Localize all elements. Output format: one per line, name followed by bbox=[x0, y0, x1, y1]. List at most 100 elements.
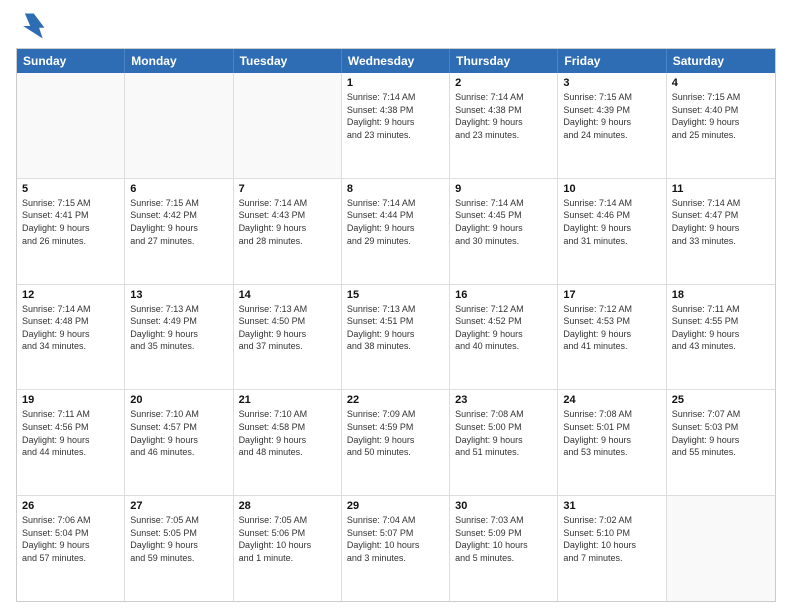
day-cell-3: 3 Sunrise: 7:15 AM Sunset: 4:39 PM Daylig… bbox=[558, 73, 666, 178]
calendar-row-1: 1 Sunrise: 7:14 AM Sunset: 4:38 PM Daylig… bbox=[17, 73, 775, 179]
day-number: 19 bbox=[22, 394, 119, 406]
day-info: Sunrise: 7:08 AM Sunset: 5:00 PM Dayligh… bbox=[455, 408, 552, 458]
day-number: 5 bbox=[22, 183, 119, 195]
day-cell-empty-r0c2 bbox=[234, 73, 342, 178]
day-cell-30: 30Sunrise: 7:03 AM Sunset: 5:09 PM Dayli… bbox=[450, 496, 558, 601]
day-cell-14: 14Sunrise: 7:13 AM Sunset: 4:50 PM Dayli… bbox=[234, 285, 342, 390]
weekday-header-wednesday: Wednesday bbox=[342, 49, 450, 73]
day-info: Sunrise: 7:08 AM Sunset: 5:01 PM Dayligh… bbox=[563, 408, 660, 458]
day-cell-29: 29 Sunrise: 7:04 AM Sunset: 5:07 PM Dayli… bbox=[342, 496, 450, 601]
day-number: 29 bbox=[347, 500, 444, 512]
logo-icon bbox=[16, 10, 48, 42]
day-info: Sunrise: 7:14 AM Sunset: 4:38 PM Dayligh… bbox=[455, 91, 552, 141]
calendar-header: SundayMondayTuesdayWednesdayThursdayFrid… bbox=[17, 49, 775, 73]
calendar-row-5: 26 Sunrise: 7:06 AM Sunset: 5:04 PM Dayli… bbox=[17, 496, 775, 601]
day-number: 16 bbox=[455, 289, 552, 301]
day-cell-8: 8 Sunrise: 7:14 AM Sunset: 4:44 PM Daylig… bbox=[342, 179, 450, 284]
day-cell-1: 1Sunrise: 7:14 AM Sunset: 4:38 PM Daylig… bbox=[342, 73, 450, 178]
day-info: Sunrise: 7:10 AM Sunset: 4:57 PM Dayligh… bbox=[130, 408, 227, 458]
day-number: 14 bbox=[239, 289, 336, 301]
day-info: Sunrise: 7:15 AM Sunset: 4:40 PM Dayligh… bbox=[672, 91, 770, 141]
day-number: 1 bbox=[347, 77, 444, 89]
day-info: Sunrise: 7:11 AM Sunset: 4:56 PM Dayligh… bbox=[22, 408, 119, 458]
day-number: 4 bbox=[672, 77, 770, 89]
day-info: Sunrise: 7:13 AM Sunset: 4:49 PM Dayligh… bbox=[130, 303, 227, 353]
weekday-header-sunday: Sunday bbox=[17, 49, 125, 73]
day-cell-2: 2 Sunrise: 7:14 AM Sunset: 4:38 PM Daylig… bbox=[450, 73, 558, 178]
day-number: 22 bbox=[347, 394, 444, 406]
day-info: Sunrise: 7:15 AM Sunset: 4:42 PM Dayligh… bbox=[130, 197, 227, 247]
day-cell-empty-r0c0 bbox=[17, 73, 125, 178]
day-cell-6: 6 Sunrise: 7:15 AM Sunset: 4:42 PM Daylig… bbox=[125, 179, 233, 284]
day-cell-5: 5 Sunrise: 7:15 AM Sunset: 4:41 PM Daylig… bbox=[17, 179, 125, 284]
day-cell-empty-r0c1 bbox=[125, 73, 233, 178]
day-number: 10 bbox=[563, 183, 660, 195]
calendar-row-4: 19 Sunrise: 7:11 AM Sunset: 4:56 PM Dayli… bbox=[17, 390, 775, 496]
calendar-row-2: 5 Sunrise: 7:15 AM Sunset: 4:41 PM Daylig… bbox=[17, 179, 775, 285]
day-number: 15 bbox=[347, 289, 444, 301]
day-number: 30 bbox=[455, 500, 552, 512]
day-number: 28 bbox=[239, 500, 336, 512]
day-cell-15: 15 Sunrise: 7:13 AM Sunset: 4:51 PM Dayli… bbox=[342, 285, 450, 390]
day-info: Sunrise: 7:09 AM Sunset: 4:59 PM Dayligh… bbox=[347, 408, 444, 458]
day-info: Sunrise: 7:12 AM Sunset: 4:52 PM Dayligh… bbox=[455, 303, 552, 353]
day-cell-28: 28Sunrise: 7:05 AM Sunset: 5:06 PM Dayli… bbox=[234, 496, 342, 601]
day-info: Sunrise: 7:10 AM Sunset: 4:58 PM Dayligh… bbox=[239, 408, 336, 458]
day-number: 23 bbox=[455, 394, 552, 406]
day-number: 21 bbox=[239, 394, 336, 406]
day-number: 27 bbox=[130, 500, 227, 512]
calendar-row-3: 12Sunrise: 7:14 AM Sunset: 4:48 PM Dayli… bbox=[17, 285, 775, 391]
day-info: Sunrise: 7:02 AM Sunset: 5:10 PM Dayligh… bbox=[563, 514, 660, 564]
day-info: Sunrise: 7:13 AM Sunset: 4:51 PM Dayligh… bbox=[347, 303, 444, 353]
day-info: Sunrise: 7:05 AM Sunset: 5:05 PM Dayligh… bbox=[130, 514, 227, 564]
day-number: 11 bbox=[672, 183, 770, 195]
day-number: 18 bbox=[672, 289, 770, 301]
day-number: 24 bbox=[563, 394, 660, 406]
day-cell-10: 10 Sunrise: 7:14 AM Sunset: 4:46 PM Dayli… bbox=[558, 179, 666, 284]
day-cell-21: 21 Sunrise: 7:10 AM Sunset: 4:58 PM Dayli… bbox=[234, 390, 342, 495]
weekday-header-tuesday: Tuesday bbox=[234, 49, 342, 73]
weekday-header-monday: Monday bbox=[125, 49, 233, 73]
day-cell-4: 4 Sunrise: 7:15 AM Sunset: 4:40 PM Daylig… bbox=[667, 73, 775, 178]
day-number: 3 bbox=[563, 77, 660, 89]
day-cell-13: 13Sunrise: 7:13 AM Sunset: 4:49 PM Dayli… bbox=[125, 285, 233, 390]
day-cell-25: 25 Sunrise: 7:07 AM Sunset: 5:03 PM Dayli… bbox=[667, 390, 775, 495]
day-cell-31: 31Sunrise: 7:02 AM Sunset: 5:10 PM Dayli… bbox=[558, 496, 666, 601]
day-cell-23: 23 Sunrise: 7:08 AM Sunset: 5:00 PM Dayli… bbox=[450, 390, 558, 495]
day-cell-20: 20Sunrise: 7:10 AM Sunset: 4:57 PM Dayli… bbox=[125, 390, 233, 495]
day-cell-7: 7 Sunrise: 7:14 AM Sunset: 4:43 PM Daylig… bbox=[234, 179, 342, 284]
day-info: Sunrise: 7:06 AM Sunset: 5:04 PM Dayligh… bbox=[22, 514, 119, 564]
day-cell-24: 24 Sunrise: 7:08 AM Sunset: 5:01 PM Dayli… bbox=[558, 390, 666, 495]
day-cell-22: 22 Sunrise: 7:09 AM Sunset: 4:59 PM Dayli… bbox=[342, 390, 450, 495]
day-info: Sunrise: 7:14 AM Sunset: 4:43 PM Dayligh… bbox=[239, 197, 336, 247]
day-info: Sunrise: 7:14 AM Sunset: 4:47 PM Dayligh… bbox=[672, 197, 770, 247]
day-info: Sunrise: 7:14 AM Sunset: 4:48 PM Dayligh… bbox=[22, 303, 119, 353]
weekday-header-friday: Friday bbox=[558, 49, 666, 73]
day-number: 26 bbox=[22, 500, 119, 512]
weekday-header-saturday: Saturday bbox=[667, 49, 775, 73]
day-info: Sunrise: 7:12 AM Sunset: 4:53 PM Dayligh… bbox=[563, 303, 660, 353]
logo bbox=[16, 10, 52, 42]
day-info: Sunrise: 7:04 AM Sunset: 5:07 PM Dayligh… bbox=[347, 514, 444, 564]
day-cell-26: 26 Sunrise: 7:06 AM Sunset: 5:04 PM Dayli… bbox=[17, 496, 125, 601]
day-info: Sunrise: 7:15 AM Sunset: 4:41 PM Dayligh… bbox=[22, 197, 119, 247]
day-cell-19: 19 Sunrise: 7:11 AM Sunset: 4:56 PM Dayli… bbox=[17, 390, 125, 495]
day-cell-18: 18Sunrise: 7:11 AM Sunset: 4:55 PM Dayli… bbox=[667, 285, 775, 390]
day-number: 25 bbox=[672, 394, 770, 406]
day-cell-9: 9 Sunrise: 7:14 AM Sunset: 4:45 PM Daylig… bbox=[450, 179, 558, 284]
day-cell-27: 27 Sunrise: 7:05 AM Sunset: 5:05 PM Dayli… bbox=[125, 496, 233, 601]
day-number: 17 bbox=[563, 289, 660, 301]
day-number: 9 bbox=[455, 183, 552, 195]
day-info: Sunrise: 7:15 AM Sunset: 4:39 PM Dayligh… bbox=[563, 91, 660, 141]
day-number: 7 bbox=[239, 183, 336, 195]
calendar: SundayMondayTuesdayWednesdayThursdayFrid… bbox=[16, 48, 776, 602]
day-number: 6 bbox=[130, 183, 227, 195]
day-cell-11: 11 Sunrise: 7:14 AM Sunset: 4:47 PM Dayli… bbox=[667, 179, 775, 284]
day-info: Sunrise: 7:14 AM Sunset: 4:45 PM Dayligh… bbox=[455, 197, 552, 247]
page: SundayMondayTuesdayWednesdayThursdayFrid… bbox=[0, 0, 792, 612]
day-number: 8 bbox=[347, 183, 444, 195]
day-info: Sunrise: 7:14 AM Sunset: 4:46 PM Dayligh… bbox=[563, 197, 660, 247]
day-info: Sunrise: 7:14 AM Sunset: 4:44 PM Dayligh… bbox=[347, 197, 444, 247]
day-number: 2 bbox=[455, 77, 552, 89]
day-info: Sunrise: 7:07 AM Sunset: 5:03 PM Dayligh… bbox=[672, 408, 770, 458]
